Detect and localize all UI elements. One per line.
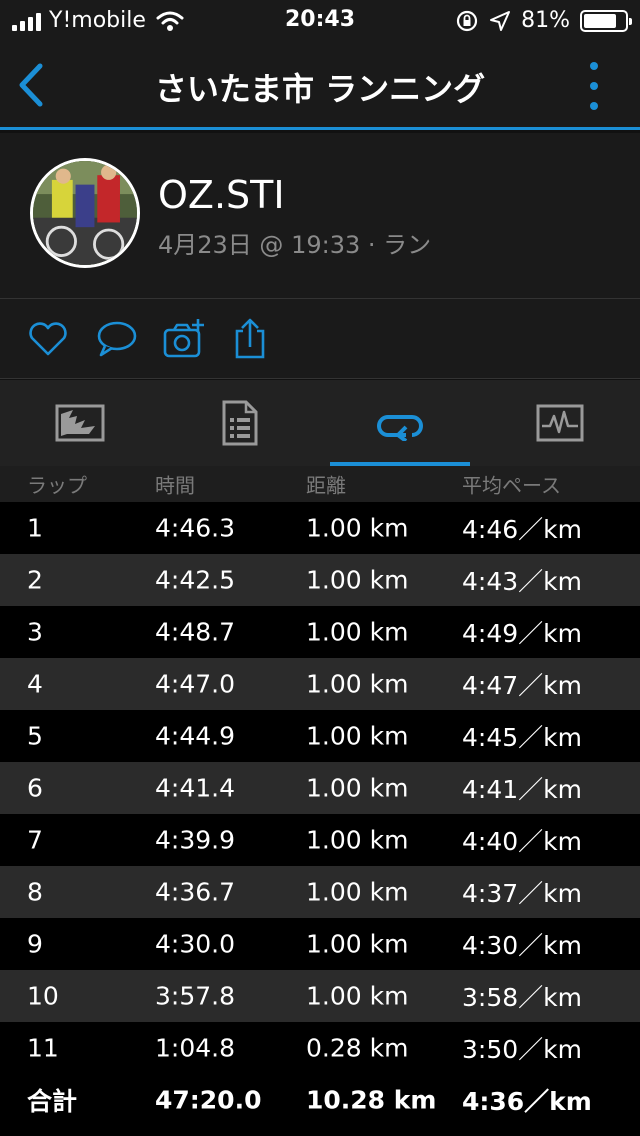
lap-number: 8 [27,877,43,907]
activity-header: OZ.STI 4月23日 @ 19:33 · ラン [0,133,640,299]
header-distance: 距離 [306,473,346,498]
lap-number: 6 [27,773,43,803]
user-name[interactable]: OZ.STI [158,173,285,217]
lap-distance: 1.00 km [306,513,409,543]
lap-avg-pace: 3:50／km [462,1035,582,1064]
activity-tabs [0,380,640,466]
lap-time: 4:44.9 [155,721,235,751]
lap-avg-pace: 4:47／km [462,671,582,700]
lap-distance: 1.00 km [306,773,409,803]
avatar[interactable] [30,158,140,268]
lap-distance: 1.00 km [306,877,409,907]
lap-avg-pace: 4:40／km [462,827,582,856]
lap-number: 4 [27,669,43,699]
activity-meta: 4月23日 @ 19:33 · ラン [158,231,432,259]
lap-time: 4:46.3 [155,513,235,543]
lap-distance: 0.28 km [306,1033,409,1063]
action-bar [0,299,640,379]
lap-number: 9 [27,929,43,959]
lap-avg-pace: 4:49／km [462,619,582,648]
lap-number: 5 [27,721,43,751]
status-right: 81% [455,8,632,33]
header-time: 時間 [155,473,195,498]
lap-time: 4:42.5 [155,565,235,595]
lap-time: 4:36.7 [155,877,235,907]
lap-distance: 1.00 km [306,825,409,855]
total-time: 47:20.0 [155,1085,262,1115]
table-row[interactable]: 10 3:57.8 1.00 km 3:58／km [0,970,640,1022]
lap-number: 7 [27,825,43,855]
page-title: さいたま市 ランニング [154,70,486,108]
charts-icon [536,404,584,442]
add-photo-icon[interactable] [162,317,206,361]
tab-charts[interactable] [480,380,640,466]
table-row[interactable]: 9 4:30.0 1.00 km 4:30／km [0,918,640,970]
lap-avg-pace: 4:37／km [462,879,582,908]
lap-distance: 1.00 km [306,721,409,751]
tab-laps[interactable] [320,380,480,466]
lap-distance: 1.00 km [306,617,409,647]
lap-distance: 1.00 km [306,981,409,1011]
total-distance: 10.28 km [306,1085,437,1115]
heart-icon[interactable] [26,317,70,361]
total-avg-pace: 4:36／km [462,1087,592,1116]
lap-time: 4:47.0 [155,669,235,699]
header-avg-pace: 平均ペース [462,473,561,498]
lap-distance: 1.00 km [306,565,409,595]
total-row: 合計 47:20.0 10.28 km 4:36／km [0,1074,640,1126]
table-row[interactable]: 8 4:36.7 1.00 km 4:37／km [0,866,640,918]
tab-details[interactable] [160,380,320,466]
lap-number: 3 [27,617,43,647]
battery-percent: 81% [521,8,570,33]
lap-time: 4:48.7 [155,617,235,647]
nav-bar: さいたま市 ランニング [0,40,640,130]
lap-time: 1:04.8 [155,1033,235,1063]
lap-avg-pace: 4:43／km [462,567,582,596]
table-row[interactable]: 3 4:48.7 1.00 km 4:49／km [0,606,640,658]
lap-number: 2 [27,565,43,595]
total-label: 合計 [27,1087,78,1116]
table-row[interactable]: 7 4:39.9 1.00 km 4:40／km [0,814,640,866]
avatar-photo [33,161,137,265]
table-row[interactable]: 2 4:42.5 1.00 km 4:43／km [0,554,640,606]
lap-time: 4:30.0 [155,929,235,959]
table-row[interactable]: 11 1:04.8 0.28 km 3:50／km [0,1022,640,1074]
tab-overview[interactable] [0,380,160,466]
table-row[interactable]: 5 4:44.9 1.00 km 4:45／km [0,710,640,762]
lap-time: 4:41.4 [155,773,235,803]
lap-distance: 1.00 km [306,669,409,699]
comment-icon[interactable] [95,317,139,361]
details-icon [222,400,258,446]
laps-icon [377,415,423,441]
lap-time: 4:39.9 [155,825,235,855]
lap-avg-pace: 4:41／km [462,775,582,804]
lap-time: 3:57.8 [155,981,235,1011]
lap-number: 1 [27,513,43,543]
laps-table: ラップ 時間 距離 平均ペース 1 4:46.3 1.00 km 4:46／km 2 4:… [0,466,640,1136]
lap-avg-pace: 4:45／km [462,723,582,752]
battery-icon [580,9,632,32]
share-icon[interactable] [228,317,272,361]
more-vertical-icon[interactable] [588,62,600,110]
laps-table-header: ラップ 時間 距離 平均ペース [0,466,640,502]
lap-number: 11 [27,1033,59,1063]
lap-number: 10 [27,981,59,1011]
status-bar: Y!mobile 20:43 81% [0,0,640,40]
header-lap: ラップ [27,473,87,498]
rotation-lock-icon [456,10,478,31]
lap-avg-pace: 4:30／km [462,931,582,960]
table-row[interactable]: 4 4:47.0 1.00 km 4:47／km [0,658,640,710]
map-overview-icon [55,404,105,442]
table-row[interactable]: 1 4:46.3 1.00 km 4:46／km [0,502,640,554]
lap-avg-pace: 4:46／km [462,515,582,544]
battery-fill [584,13,617,28]
lap-avg-pace: 3:58／km [462,983,582,1012]
table-row[interactable]: 6 4:41.4 1.00 km 4:41／km [0,762,640,814]
location-arrow-icon [490,10,511,31]
lap-distance: 1.00 km [306,929,409,959]
